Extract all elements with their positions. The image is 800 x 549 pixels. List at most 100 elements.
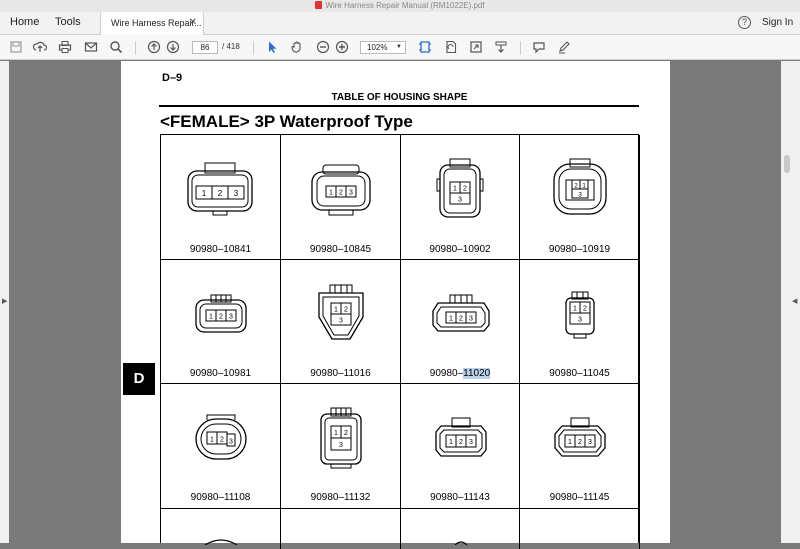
- pin-label: 1: [202, 189, 207, 198]
- connector-11132-diagram: 1 2 3: [320, 407, 362, 469]
- close-tab-icon[interactable]: ✕: [189, 17, 197, 28]
- hand-tool-icon[interactable]: [290, 40, 304, 54]
- rotate-page-icon[interactable]: [444, 40, 458, 54]
- table-cell: 1 2 3 90980–11016: [281, 260, 401, 384]
- window-title-bar: Wire Harness Repair Manual (RM1022E).pdf: [0, 0, 800, 12]
- zoom-level-value: 102%: [367, 43, 388, 52]
- part-number: 90980–10981: [189, 368, 252, 379]
- table-cell: 1 2 3 90980–11108: [161, 384, 281, 509]
- part-number: 90980–10902: [429, 244, 491, 255]
- part-number-prefix: 90980–: [429, 368, 464, 379]
- connector-10981-diagram: 1 2 3: [195, 294, 247, 333]
- part-number-highlighted[interactable]: 90980–11020: [401, 368, 519, 379]
- pin-label: 1: [449, 316, 453, 323]
- toolbar: 86 / 418 102% ▼: [0, 35, 800, 60]
- table-cell: 1 2 3 90980–10981: [161, 260, 281, 384]
- housing-shape-table: 1 2 3 90980–10841 1 2 3 90980–10845 1 2 …: [160, 134, 640, 549]
- expand-left-icon[interactable]: ▶: [2, 297, 7, 305]
- vertical-scrollbar[interactable]: [784, 155, 790, 173]
- upload-cloud-icon[interactable]: [33, 40, 47, 54]
- connector-11108-diagram: 1 2 3: [195, 414, 247, 460]
- window-title: Wire Harness Repair Manual (RM1022E).pdf: [325, 1, 485, 10]
- highlight-pen-icon[interactable]: [557, 40, 571, 54]
- pin-label: 1: [209, 314, 213, 321]
- table-cell: 2 1 3 90980–10919: [520, 135, 640, 260]
- connector-11016-diagram: 1 2 3: [318, 284, 364, 340]
- select-cursor-icon[interactable]: [265, 40, 279, 54]
- help-icon[interactable]: ?: [738, 16, 751, 29]
- table-cell: 1 2 3 90980–11045: [520, 260, 640, 384]
- table-cell: [520, 509, 640, 549]
- connector-11143-diagram: 1 2 3: [435, 417, 487, 457]
- part-number: 90980–11016: [310, 368, 371, 379]
- pin-label: 2: [463, 186, 467, 193]
- pin-label: 2: [459, 316, 463, 323]
- pin-label: 3: [349, 190, 353, 197]
- zoom-level-select[interactable]: 102% ▼: [360, 41, 406, 54]
- page-number-input[interactable]: 86: [192, 41, 218, 54]
- expand-right-icon[interactable]: ◀: [792, 297, 797, 305]
- page-label: D–9: [162, 72, 183, 84]
- left-pane-handle[interactable]: ▶: [0, 61, 9, 543]
- zoom-in-icon[interactable]: [335, 40, 349, 54]
- table-cell: [401, 509, 520, 549]
- connector-11145-diagram: 1 2 3: [554, 417, 606, 457]
- pin-label: 3: [234, 189, 239, 198]
- connector-10845-diagram: 1 2 3: [311, 164, 371, 216]
- pin-label: 1: [582, 183, 586, 190]
- search-highlight[interactable]: 11020: [463, 368, 491, 379]
- right-pane-handle[interactable]: ◀: [781, 61, 800, 543]
- pin-label: 2: [583, 306, 587, 313]
- part-number: 90980–10841: [189, 244, 252, 255]
- pin-label: 3: [578, 192, 582, 199]
- table-title: TABLE OF HOUSING SHAPE: [331, 92, 468, 103]
- connector-10919-diagram: 2 1 3: [553, 158, 607, 215]
- pin-label: 1: [453, 186, 457, 193]
- email-icon[interactable]: [84, 40, 98, 54]
- pin-label: 3: [339, 442, 343, 449]
- zoom-out-icon[interactable]: [316, 40, 330, 54]
- fit-page-icon[interactable]: [418, 40, 432, 54]
- page-total: / 418: [222, 42, 240, 51]
- tab-document[interactable]: Wire Harness Repair... ✕: [100, 12, 204, 35]
- tab-home[interactable]: Home: [10, 16, 39, 28]
- read-mode-icon[interactable]: [494, 40, 508, 54]
- previous-page-icon[interactable]: [147, 40, 161, 54]
- table-cell: 1 2 3 90980–10845: [281, 135, 401, 260]
- pin-label: 3: [458, 197, 462, 204]
- pin-label: 3: [339, 318, 343, 325]
- pin-label: 1: [329, 190, 333, 197]
- pin-label: 1: [334, 307, 338, 314]
- tab-tools[interactable]: Tools: [55, 16, 81, 28]
- connector-partial-diagram: [204, 539, 238, 545]
- next-page-icon[interactable]: [166, 40, 180, 54]
- full-screen-icon[interactable]: [469, 40, 483, 54]
- sign-in-link[interactable]: Sign In: [762, 17, 793, 28]
- pin-label: 3: [588, 439, 592, 446]
- part-number: 90980–11045: [549, 368, 610, 379]
- pin-label: 2: [218, 189, 223, 198]
- table-cell: 1 2 3 90980–10902: [401, 135, 520, 260]
- save-icon[interactable]: [9, 40, 23, 54]
- comment-icon[interactable]: [532, 40, 546, 54]
- table-cell: 1 2 3 90980–11145: [520, 384, 640, 509]
- table-cell: 1 2 3 90980–11143: [401, 384, 520, 509]
- table-cell: [281, 509, 401, 549]
- pin-label: 2: [344, 430, 348, 437]
- table-cell: [161, 509, 281, 549]
- connector-partial-diagram: [454, 541, 468, 545]
- pin-label: 3: [229, 314, 233, 321]
- pin-label: 2: [574, 183, 578, 190]
- pin-label: 2: [459, 439, 463, 446]
- part-number: 90980–11132: [310, 492, 371, 503]
- print-icon[interactable]: [58, 40, 72, 54]
- pin-label: 1: [210, 437, 214, 444]
- connector-11020-diagram: 1 2 3: [432, 294, 490, 332]
- pin-label: 1: [568, 439, 572, 446]
- search-icon[interactable]: [109, 40, 123, 54]
- pdf-file-icon: [315, 1, 323, 9]
- toolbar-divider: [520, 41, 521, 55]
- pin-label: 1: [573, 306, 577, 313]
- connector-11045-diagram: 1 2 3: [565, 291, 595, 339]
- toolbar-divider: [253, 41, 254, 55]
